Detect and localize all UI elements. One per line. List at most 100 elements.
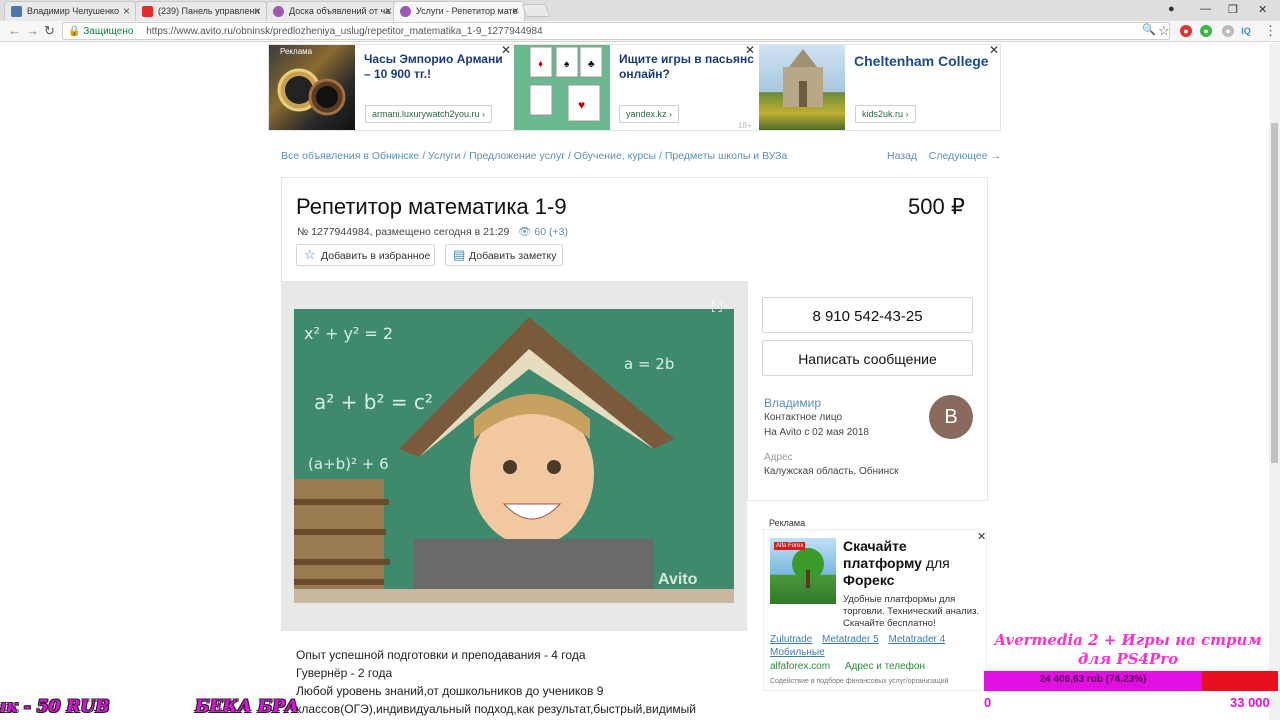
phone-button[interactable]: 8 910 542-43-25	[762, 297, 973, 333]
close-icon[interactable]: ×	[254, 4, 261, 18]
restore-icon[interactable]: ❐	[1228, 3, 1238, 16]
tab-label: Услуги - Репетитор мате	[416, 6, 518, 16]
close-icon[interactable]: ✕	[745, 43, 755, 57]
back-link[interactable]: Назад	[887, 150, 917, 162]
page-title: Репетитор математика 1-9	[296, 194, 567, 219]
browser-tab-2[interactable]: (239) Панель управлени ×	[135, 1, 267, 21]
url-field[interactable]: 🔒 Защищено https://www.avito.ru/obninsk/…	[62, 22, 1170, 40]
close-icon[interactable]: ×	[385, 4, 392, 18]
forward-arrow-icon[interactable]: →	[26, 23, 39, 38]
side-ad-links: Zulutrade Metatrader 5 Metatrader 4 Моби…	[770, 633, 952, 659]
side-ad-link[interactable]: Мобильные	[770, 647, 825, 658]
donation-goal-title: Avermedia 2 + Игры на стрим для PS4Pro	[994, 631, 1262, 668]
add-favorite-button[interactable]: ☆ Добавить в избранное	[296, 244, 435, 266]
description-line: классов(ОГЭ),индивидуальный подход,как р…	[296, 702, 696, 716]
view-count: 60 (+3)	[534, 226, 568, 238]
extension-iq-icon[interactable]: IQ	[1240, 25, 1252, 37]
ad-link[interactable]: yandex.kz ›	[619, 105, 680, 123]
page-scrollbar[interactable]	[1269, 43, 1280, 720]
svg-text:♠: ♠	[564, 59, 570, 70]
reload-icon[interactable]: ↻	[44, 23, 55, 39]
svg-text:a² + b² = c²: a² + b² = c²	[314, 390, 433, 414]
seller-role: Контактное лицо	[764, 412, 843, 423]
side-ad-link[interactable]: Metatrader 4	[889, 634, 946, 645]
side-ad-link[interactable]: Zulutrade	[770, 634, 812, 645]
next-link[interactable]: Следующее →	[929, 150, 1001, 162]
forex-ad-image: Alfa Forex	[770, 538, 836, 604]
photo-gallery[interactable]: x² + y² = 2 a² + b² = c² (a+b)² + 6 a = …	[281, 281, 747, 631]
extension-green-icon[interactable]: ●	[1200, 25, 1212, 37]
eye-icon: 👁	[518, 226, 532, 238]
zoom-icon[interactable]: 🔍	[1142, 23, 1156, 36]
watch-illustration	[277, 68, 346, 116]
listing-photo[interactable]: x² + y² = 2 a² + b² = c² (a+b)² + 6 a = …	[294, 309, 734, 603]
side-ad-domain[interactable]: alfaforex.com	[770, 661, 830, 672]
ad-college-image	[759, 45, 845, 130]
ad-link[interactable]: kids2uk.ru ›	[855, 105, 916, 123]
add-note-label: Добавить заметку	[469, 250, 557, 262]
breadcrumb[interactable]: Все объявления в Обнинске / Услуги / Пре…	[281, 150, 787, 162]
window-close-icon[interactable]: ✕	[1258, 3, 1267, 16]
secure-label: Защищено	[83, 26, 134, 37]
boy-with-book-illustration: x² + y² = 2 a² + b² = c² (a+b)² + 6 a = …	[294, 309, 734, 603]
add-favorite-label: Добавить в избранное	[321, 250, 431, 262]
svg-text:x² + y² = 2: x² + y² = 2	[304, 324, 393, 343]
side-ad[interactable]: Alfa Forex Скачайте платформу для Форекс…	[763, 529, 987, 691]
browser-tab-4[interactable]: Услуги - Репетитор мате ×	[393, 1, 525, 22]
add-note-button[interactable]: ▤ Добавить заметку	[445, 244, 563, 266]
new-tab-button[interactable]	[521, 4, 551, 17]
description-line: Опыт успешной подготовки и преподавания …	[296, 648, 586, 662]
side-ad-title[interactable]: Скачайте платформу для Форекс	[843, 538, 978, 589]
side-ad-label: Реклама	[769, 518, 806, 528]
side-ad-link[interactable]: Metatrader 5	[822, 634, 879, 645]
ad-title[interactable]: Cheltenham College	[854, 52, 994, 71]
donation-progress-text: 24 406,63 rub (74.23%)	[1039, 674, 1147, 685]
tab-label: Владимир Челушенко	[27, 6, 119, 16]
close-icon[interactable]: ✕	[977, 530, 986, 543]
vk-icon	[11, 6, 22, 17]
avatar[interactable]: В	[929, 395, 973, 439]
note-icon: ▤	[453, 247, 466, 262]
back-arrow-icon[interactable]: ←	[8, 23, 21, 38]
address-bar: ← → ↻ 🔒 Защищено https://www.avito.ru/ob…	[0, 21, 1280, 42]
tab-bar: Владимир Челушенко × (239) Панель управл…	[0, 0, 1280, 22]
side-ad-address-link[interactable]: Адрес и телефон	[845, 661, 925, 672]
avito-watermark: Avito	[658, 571, 698, 588]
ad-card-watches[interactable]: Реклама Часы Эмпорио Армани – 10 900 тг.…	[269, 43, 513, 130]
ad-title[interactable]: Ищите игры в пасьянс онлайн?	[619, 52, 759, 82]
close-icon[interactable]: ✕	[501, 43, 511, 57]
lock-icon: 🔒	[68, 26, 81, 37]
donation-ticker-left: ик - 50 RUB	[0, 697, 110, 717]
top-ad-strip: Реклама Часы Эмпорио Армани – 10 900 тг.…	[268, 43, 1002, 131]
ad-title[interactable]: Часы Эмпорио Армани – 10 900 тг.!	[364, 52, 504, 82]
profile-icon[interactable]: ●	[1168, 3, 1175, 15]
avito-icon	[400, 6, 411, 17]
star-bookmark-icon[interactable]: ☆	[1158, 23, 1170, 39]
ad-card-college[interactable]: Cheltenham College kids2uk.ru › ✕	[759, 43, 1002, 130]
ad-solitaire-image: ♦ ♠ ♣ ♥	[514, 45, 610, 130]
expand-icon[interactable]: ⛶	[712, 299, 722, 316]
side-ad-title-1: Скачайте	[843, 538, 907, 554]
send-message-button[interactable]: Написать сообщение	[762, 340, 973, 376]
menu-dots-icon[interactable]: ⋮	[1264, 23, 1277, 39]
listing-nav: Назад Следующее →	[887, 150, 1001, 162]
avito-icon	[273, 6, 284, 17]
ad-card-solitaire[interactable]: ♦ ♠ ♣ ♥ Ищите игры в пасьянс онлайн? yan…	[514, 43, 759, 130]
ad-link[interactable]: armani.luxurywatch2you.ru ›	[365, 105, 493, 123]
svg-text:♣: ♣	[588, 59, 595, 70]
close-icon[interactable]: ✕	[989, 43, 999, 57]
extension-gray-icon[interactable]: ●	[1222, 25, 1234, 37]
seller-name[interactable]: Владимир	[764, 396, 821, 410]
star-icon: ☆	[304, 247, 316, 262]
minimize-icon[interactable]: —	[1200, 3, 1211, 15]
extension-adblock-icon[interactable]: ●	[1180, 25, 1192, 37]
close-icon[interactable]: ×	[512, 4, 519, 18]
browser-tab-3[interactable]: Доска объявлений от ча ×	[266, 1, 398, 21]
college-illustration	[783, 49, 823, 107]
browser-tab-1[interactable]: Владимир Челушенко ×	[4, 1, 136, 21]
side-ad-footer: alfaforex.com Адрес и телефон	[770, 661, 937, 672]
scrollbar-thumb[interactable]	[1271, 123, 1278, 463]
donation-goal-min: 0	[984, 695, 992, 710]
close-icon[interactable]: ×	[123, 4, 130, 18]
address-label: Адрес	[764, 452, 793, 463]
